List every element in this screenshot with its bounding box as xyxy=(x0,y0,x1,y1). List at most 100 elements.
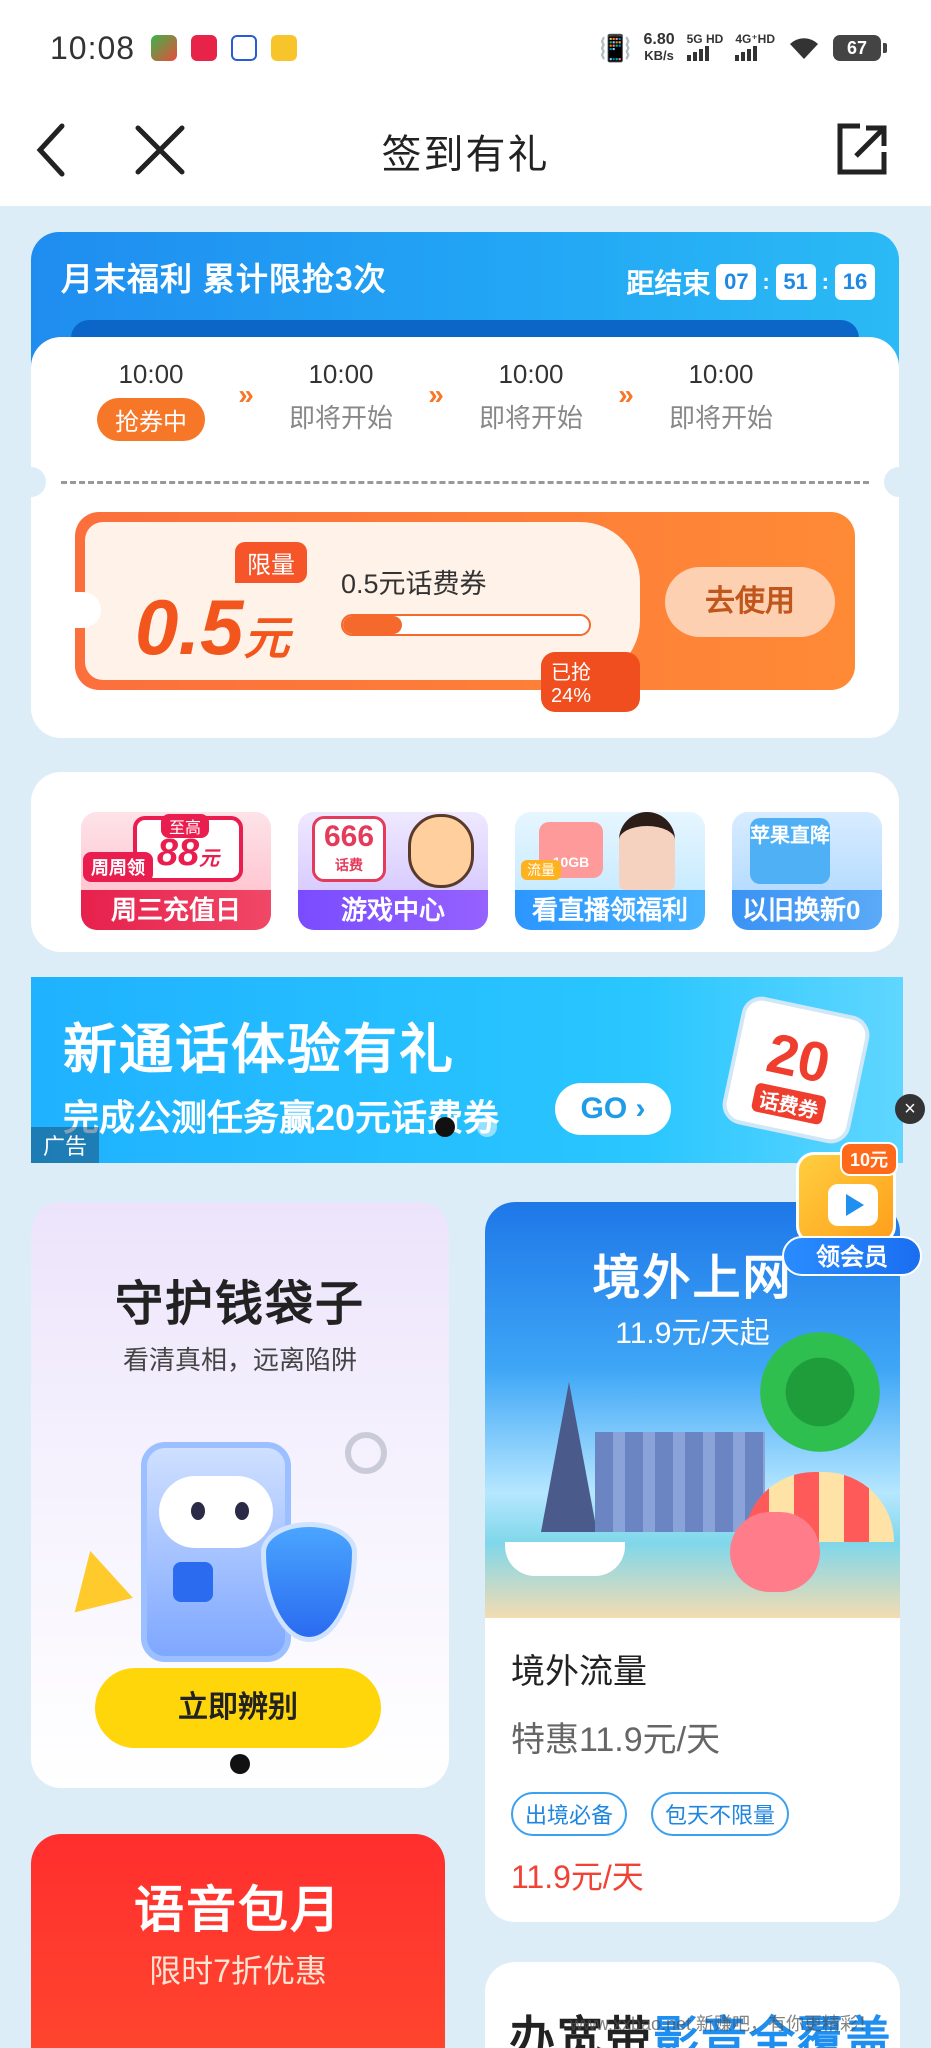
quick-entry-recharge[interactable]: 88元 至高 周周领 周三充值日 xyxy=(81,812,271,930)
status-bar: 10:08 📳 6.80 KB/s 5G HD 4G⁺HD 67 xyxy=(0,0,931,96)
amount-value: 0.5 xyxy=(135,583,244,671)
max-tag: 至高 xyxy=(161,814,210,838)
notification-icons xyxy=(151,35,298,61)
coupon-ticket[interactable]: 限量 0.5元 0.5元话费券 已抢24% 去使用 xyxy=(75,512,855,712)
voice-package-card[interactable]: 语音包月 限时7折优惠 xyxy=(31,1834,445,2048)
carousel-dot xyxy=(477,1117,497,1137)
app-notification-icon xyxy=(231,35,258,61)
coupon-header-title: 月末福利 累计限抢3次 xyxy=(61,261,387,297)
voucher-ticket-illustration: 20 话费券 xyxy=(718,992,874,1148)
cartoon-boy-icon xyxy=(408,814,474,888)
weekly-tag: 周周领 xyxy=(83,852,153,882)
ticket-inner: 限量 0.5元 0.5元话费券 已抢24% xyxy=(75,522,640,712)
grabbed-badge: 已抢24% xyxy=(541,652,640,712)
status-time: 10:08 xyxy=(50,29,136,66)
countdown-minutes: 51 xyxy=(775,264,816,300)
status-right: 📳 6.80 KB/s 5G HD 4G⁺HD 67 xyxy=(599,32,887,64)
schedule-time: 10:00 xyxy=(498,359,564,389)
quick-entry-game[interactable]: 666 话费 游戏中心 xyxy=(298,812,488,930)
voice-subtitle: 限时7折优惠 xyxy=(149,1953,327,1989)
city-skyline xyxy=(595,1432,765,1532)
use-coupon-button[interactable]: 去使用 xyxy=(665,567,835,637)
coupon-section: 月末福利 累计限抢3次 距结束 07 : 51 : 16 10:00 抢券中 »… xyxy=(16,232,914,738)
game-badge-sub: 话费 xyxy=(335,857,363,873)
schedule-status: 即将开始 xyxy=(288,403,393,433)
countdown-label: 距结束 xyxy=(626,268,711,299)
floating-membership-widget[interactable]: 10元 领会员 xyxy=(782,1142,922,1282)
robot-eye xyxy=(191,1502,205,1520)
voice-title: 语音包月 xyxy=(134,1882,342,1938)
game-image: 666 话费 xyxy=(298,812,488,890)
bonus-value: 88 xyxy=(156,832,200,874)
vibrate-icon: 📳 xyxy=(599,32,632,63)
net-label: 4G⁺HD xyxy=(735,32,775,46)
signal-icon xyxy=(735,45,758,61)
coupon-name: 0.5元话费券 xyxy=(341,569,487,599)
schedule-item[interactable]: 10:00 抢券中 xyxy=(91,359,211,441)
ad-headline: 新通话体验有礼 xyxy=(63,1020,455,1080)
coupon-body: 10:00 抢券中 » 10:00 即将开始 » 10:00 即将开始 » 10… xyxy=(16,337,914,738)
quick-entry-live[interactable]: 10GB 流量 看直播领福利 xyxy=(515,812,705,930)
network-speed: 6.80 KB/s xyxy=(643,32,674,64)
lock-icon xyxy=(173,1562,213,1602)
schedule-status-active: 抢券中 xyxy=(97,398,205,441)
carousel-dot-active xyxy=(230,1754,250,1774)
quick-entry-label: 以旧换新0 xyxy=(732,890,882,930)
membership-label: 领会员 xyxy=(782,1236,922,1276)
monkey-mascot xyxy=(730,1512,820,1592)
quick-entry-label: 看直播领福利 xyxy=(515,890,705,930)
product-price: 11.9元/天 xyxy=(511,1859,644,1895)
countdown-hours: 07 xyxy=(716,264,757,300)
share-icon[interactable] xyxy=(830,118,894,182)
ad-banner[interactable]: 新通话体验有礼 完成公测任务赢20元话费券 GO › 20 话费券 广告 xyxy=(31,977,903,1163)
product-tags: 出境必备 包天不限量 xyxy=(511,1792,790,1836)
ticket-notch xyxy=(884,467,914,497)
ad-subline: 完成公测任务赢20元话费券 xyxy=(63,1097,500,1138)
play-icon xyxy=(828,1184,878,1226)
nav-bar: 签到有礼 xyxy=(0,96,931,206)
product-name: 境外流量 xyxy=(511,1653,647,1691)
limited-badge: 限量 xyxy=(235,542,307,583)
coupon-amount: 0.5元 xyxy=(135,582,289,673)
apple-discount-badge: 苹果直降 xyxy=(750,818,830,884)
colon: : xyxy=(821,269,829,294)
host-avatar xyxy=(619,812,675,890)
double-chevron-icon: » xyxy=(238,379,254,410)
anti-fraud-subtitle: 看清真相，远离陷阱 xyxy=(122,1345,357,1375)
close-ad-icon[interactable]: × xyxy=(895,1094,925,1124)
battery-icon: 67 xyxy=(833,35,887,61)
carousel-dot-active xyxy=(435,1117,455,1137)
anti-fraud-title: 守护钱袋子 xyxy=(114,1278,365,1331)
grab-progress-bar xyxy=(341,614,591,636)
bonus-unit: 元 xyxy=(199,848,220,870)
watermark: www.xxbao.net 新赚吧，有你更精彩！ xyxy=(570,2014,877,2034)
speed-unit: KB/s xyxy=(644,48,674,63)
signal-5g: 5G HD xyxy=(686,32,724,63)
schedule-item[interactable]: 10:00 即将开始 xyxy=(471,359,591,441)
tradein-image: 苹果直降 xyxy=(732,812,882,890)
game-badge-value: 666 xyxy=(323,820,375,853)
schedule-item[interactable]: 10:00 即将开始 xyxy=(661,359,781,441)
countdown: 距结束 07 : 51 : 16 xyxy=(626,262,875,302)
key-icon xyxy=(345,1432,387,1474)
schedule-status: 即将开始 xyxy=(478,403,583,433)
membership-value-tag: 10元 xyxy=(840,1142,899,1176)
quick-entry-tradein[interactable]: 苹果直降 以旧换新0 xyxy=(732,812,882,930)
carousel-dots xyxy=(435,1117,497,1137)
identify-now-button[interactable]: 立即辨别 xyxy=(95,1668,381,1748)
countdown-seconds: 16 xyxy=(835,264,875,300)
overseas-data-card[interactable]: 境外上网 11.9元/天起 境外流量 特惠11.9元/天 出境必备 包天不限量 … xyxy=(485,1202,900,1922)
schedule-item[interactable]: 10:00 即将开始 xyxy=(281,359,401,441)
anti-fraud-card[interactable]: 守护钱袋子 看清真相，远离陷阱 立即辨别 xyxy=(31,1202,449,1788)
ticket-notch xyxy=(16,467,46,497)
wifi-icon xyxy=(790,38,818,59)
double-chevron-icon: » xyxy=(618,379,634,410)
speed-value: 6.80 xyxy=(643,31,675,48)
net-label: 5G HD xyxy=(686,32,724,46)
colon: : xyxy=(762,269,770,294)
ad-go-button[interactable]: GO › xyxy=(555,1083,671,1135)
robot-phone-illustration xyxy=(111,1412,361,1682)
app-notification-icon xyxy=(151,35,178,61)
double-chevron-icon: » xyxy=(428,379,444,410)
schedule-time: 10:00 xyxy=(688,359,754,389)
